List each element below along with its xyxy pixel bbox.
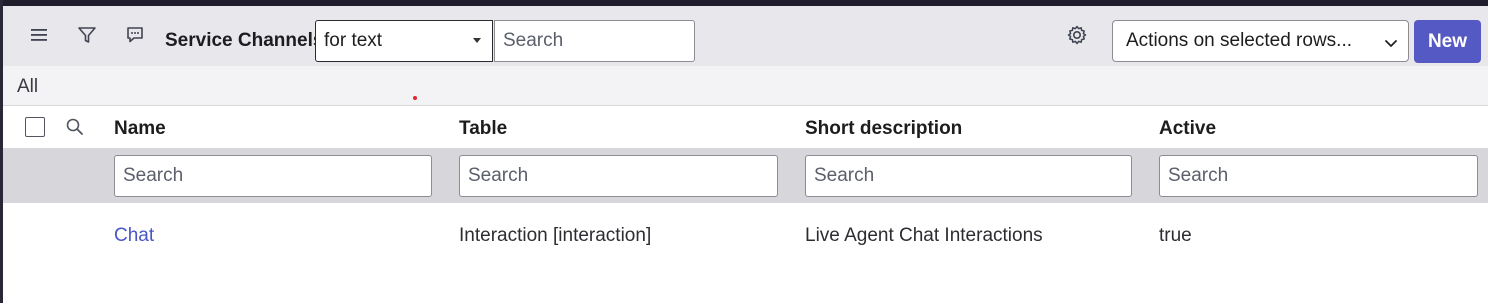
name-search-input[interactable] (114, 155, 432, 197)
chat-bubble-icon (120, 20, 150, 50)
select-all-checkbox[interactable] (25, 117, 45, 137)
chevron-down-icon (1384, 34, 1398, 56)
column-header-name[interactable]: Name (114, 118, 166, 140)
table-cell: Interaction [interaction] (459, 225, 652, 246)
list-header: Service Channels for text Actions on sel… (3, 6, 1488, 66)
actions-select-value: Actions on selected rows... (1126, 30, 1352, 51)
column-header-active[interactable]: Active (1159, 118, 1216, 140)
list-search-input[interactable] (494, 20, 695, 62)
table-search-input[interactable] (459, 155, 778, 197)
column-header-table[interactable]: Table (459, 118, 507, 140)
page-title: Service Channels (165, 30, 324, 51)
actions-select[interactable]: Actions on selected rows... (1112, 20, 1409, 62)
caret-down-icon (473, 38, 481, 43)
breadcrumb-all[interactable]: All (17, 76, 38, 98)
search-field-select-value: for text (324, 30, 383, 51)
new-button[interactable]: New (1414, 20, 1481, 63)
column-search-row (3, 148, 1488, 203)
breadcrumb-bar: All (3, 66, 1488, 106)
active-search-input[interactable] (1159, 155, 1478, 197)
name-cell-link[interactable]: Chat (114, 225, 154, 247)
search-field-select[interactable]: for text (315, 20, 493, 62)
column-header-row: Name Table Short description Active (3, 106, 1488, 148)
active-cell: true (1159, 225, 1192, 246)
gear-icon[interactable] (1062, 20, 1092, 50)
short-description-search-input[interactable] (805, 155, 1132, 197)
indicator-dot (413, 96, 417, 100)
short-description-cell: Live Agent Chat Interactions (805, 225, 1043, 246)
magnifier-icon[interactable] (64, 116, 86, 138)
funnel-icon[interactable] (72, 20, 102, 50)
column-header-short-description[interactable]: Short description (805, 118, 962, 140)
hamburger-icon[interactable] (24, 20, 54, 50)
table-row: Chat Interaction [interaction] Live Agen… (3, 203, 1488, 265)
